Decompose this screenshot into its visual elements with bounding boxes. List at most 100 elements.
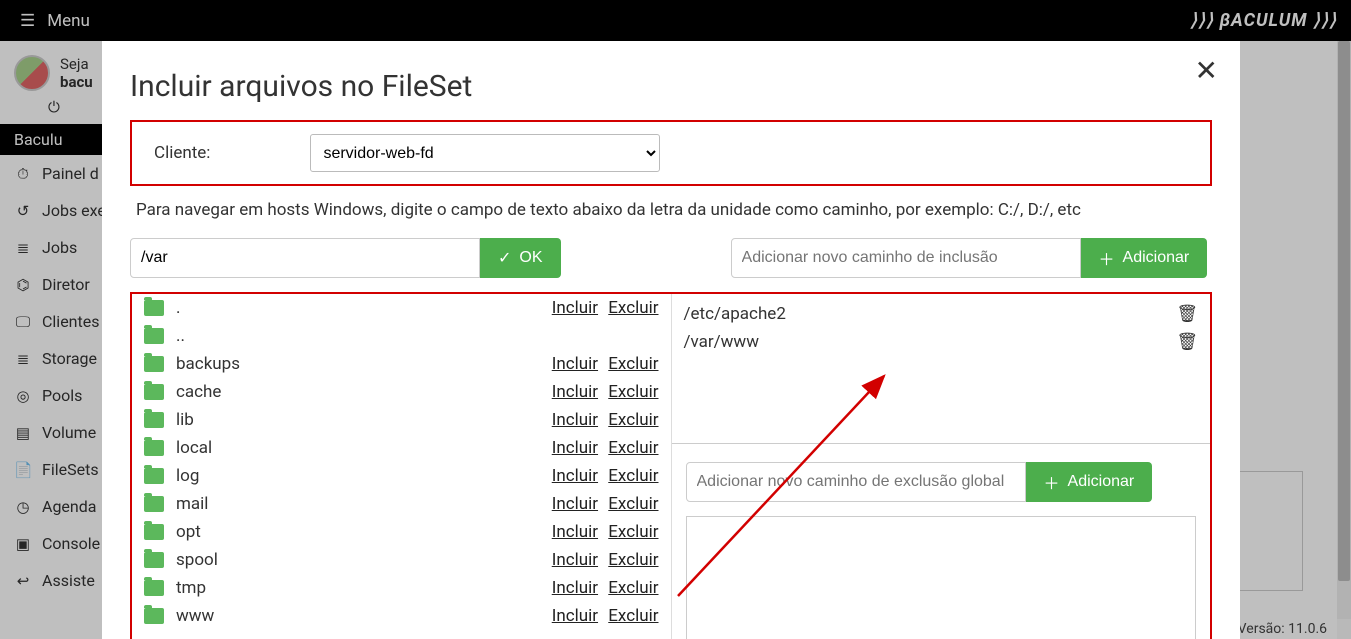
exclude-link[interactable]: Excluir	[608, 438, 658, 458]
exclude-link[interactable]: Excluir	[608, 382, 658, 402]
exclude-new-group: ＋ Adicionar	[672, 444, 1211, 508]
include-link[interactable]: Incluir	[552, 522, 598, 542]
include-link[interactable]: Incluir	[552, 382, 598, 402]
fileset-include-modal: ✕ Incluir arquivos no FileSet Cliente: s…	[102, 41, 1240, 639]
windows-hint: Para navegar em hosts Windows, digite o …	[136, 200, 1206, 220]
file-row[interactable]: .Incluir Excluir	[132, 294, 671, 322]
file-actions: Incluir Excluir	[546, 606, 659, 626]
folder-icon	[144, 552, 164, 568]
folder-icon	[144, 496, 164, 512]
file-name: opt	[176, 522, 546, 542]
include-link[interactable]: Incluir	[552, 438, 598, 458]
folder-icon	[144, 384, 164, 400]
included-path: /etc/apache2	[684, 304, 786, 324]
include-link[interactable]: Incluir	[552, 494, 598, 514]
file-row[interactable]: mailIncluir Excluir	[132, 490, 671, 518]
file-name: mail	[176, 494, 546, 514]
close-icon[interactable]: ✕	[1195, 57, 1218, 85]
file-actions: Incluir Excluir	[546, 410, 659, 430]
include-link[interactable]: Incluir	[552, 354, 598, 374]
file-actions: Incluir Excluir	[546, 494, 659, 514]
file-actions: Incluir Excluir	[546, 466, 659, 486]
file-actions: Incluir Excluir	[546, 550, 659, 570]
file-row[interactable]: backupsIncluir Excluir	[132, 350, 671, 378]
exclude-link[interactable]: Excluir	[608, 466, 658, 486]
file-name: lib	[176, 410, 546, 430]
folder-icon	[144, 440, 164, 456]
exclude-list	[686, 516, 1197, 639]
ok-label: OK	[519, 249, 542, 267]
file-row[interactable]: logIncluir Excluir	[132, 462, 671, 490]
folder-icon	[144, 412, 164, 428]
exclude-link[interactable]: Excluir	[608, 606, 658, 626]
exclude-new-input[interactable]	[686, 462, 1026, 502]
file-actions: Incluir Excluir	[546, 578, 659, 598]
file-name: log	[176, 466, 546, 486]
folder-icon	[144, 300, 164, 316]
file-actions: Incluir Excluir	[546, 382, 659, 402]
file-actions: Incluir Excluir	[546, 522, 659, 542]
include-new-input[interactable]	[731, 238, 1081, 278]
file-name: www	[176, 606, 546, 626]
add-exclude-button[interactable]: ＋ Adicionar	[1026, 462, 1153, 502]
file-name: spool	[176, 550, 546, 570]
include-link[interactable]: Incluir	[552, 550, 598, 570]
file-name: .	[176, 298, 546, 318]
folder-icon	[144, 524, 164, 540]
folder-icon	[144, 580, 164, 596]
included-path-row: /etc/apache2 🗑	[684, 300, 1199, 328]
file-row[interactable]: ..	[132, 322, 671, 350]
add-include-button[interactable]: ＋ Adicionar	[1081, 238, 1208, 278]
modal-title: Incluir arquivos no FileSet	[130, 69, 1212, 104]
file-name: ..	[176, 326, 659, 346]
file-row[interactable]: libIncluir Excluir	[132, 406, 671, 434]
included-path: /var/www	[684, 332, 759, 352]
file-row[interactable]: cacheIncluir Excluir	[132, 378, 671, 406]
file-actions: Incluir Excluir	[546, 354, 659, 374]
exclude-link[interactable]: Excluir	[608, 578, 658, 598]
add-label: Adicionar	[1123, 249, 1190, 267]
client-label: Cliente:	[154, 143, 210, 163]
exclude-link[interactable]: Excluir	[608, 410, 658, 430]
exclude-link[interactable]: Excluir	[608, 550, 658, 570]
folder-icon	[144, 356, 164, 372]
ok-button[interactable]: ✓ OK	[480, 238, 561, 278]
file-browser-pane[interactable]: .Incluir Excluir..backupsIncluir Excluir…	[132, 294, 672, 639]
exclude-link[interactable]: Excluir	[608, 522, 658, 542]
client-selector-box: Cliente: servidor-web-fd	[130, 120, 1212, 186]
trash-icon[interactable]: 🗑	[1176, 304, 1198, 324]
client-select[interactable]: servidor-web-fd	[310, 134, 660, 172]
folder-icon	[144, 328, 164, 344]
check-icon: ✓	[498, 248, 511, 268]
folder-icon	[144, 468, 164, 484]
include-link[interactable]: Incluir	[552, 466, 598, 486]
include-link[interactable]: Incluir	[552, 578, 598, 598]
path-inputs-row: ✓ OK ＋ Adicionar	[130, 238, 1212, 278]
file-name: local	[176, 438, 546, 458]
file-row[interactable]: spoolIncluir Excluir	[132, 546, 671, 574]
file-name: tmp	[176, 578, 546, 598]
plus-icon: ＋	[1099, 246, 1115, 270]
file-row[interactable]: localIncluir Excluir	[132, 434, 671, 462]
include-exclude-pane: /etc/apache2 🗑 /var/www 🗑 ＋ Adicionar	[672, 294, 1211, 639]
exclude-link[interactable]: Excluir	[608, 298, 658, 318]
exclude-link[interactable]: Excluir	[608, 354, 658, 374]
browse-path-input[interactable]	[130, 238, 480, 278]
included-path-row: /var/www 🗑	[684, 328, 1199, 356]
file-actions: Incluir Excluir	[546, 298, 659, 318]
include-link[interactable]: Incluir	[552, 410, 598, 430]
file-name: backups	[176, 354, 546, 374]
trash-icon[interactable]: 🗑	[1176, 332, 1198, 352]
include-new-group: ＋ Adicionar	[731, 238, 1208, 278]
file-name: cache	[176, 382, 546, 402]
file-row[interactable]: wwwIncluir Excluir	[132, 602, 671, 630]
plus-icon: ＋	[1044, 470, 1060, 494]
browse-path-group: ✓ OK	[130, 238, 561, 278]
file-row[interactable]: tmpIncluir Excluir	[132, 574, 671, 602]
file-row[interactable]: optIncluir Excluir	[132, 518, 671, 546]
include-link[interactable]: Incluir	[552, 606, 598, 626]
exclude-link[interactable]: Excluir	[608, 494, 658, 514]
include-link[interactable]: Incluir	[552, 298, 598, 318]
file-actions: Incluir Excluir	[546, 438, 659, 458]
folder-icon	[144, 608, 164, 624]
